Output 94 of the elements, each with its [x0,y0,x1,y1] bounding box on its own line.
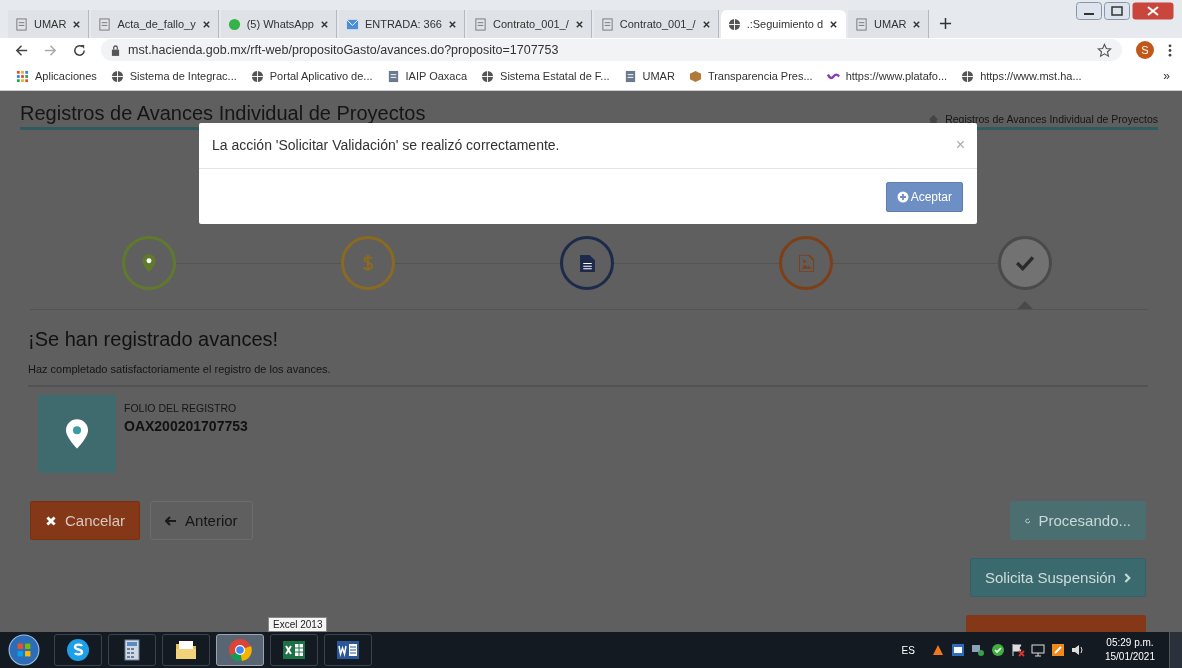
star-icon[interactable] [1097,42,1112,58]
map-pin-icon [140,254,158,272]
chat-icon [227,17,241,31]
dollar-icon [362,254,374,272]
folio-label: FOLIO DEL REGISTRO [124,402,238,414]
browser-tab[interactable]: .:Seguimiento d [720,10,847,38]
spreadsheet-icon [282,638,306,662]
check-icon[interactable] [990,643,1005,657]
screen-icon[interactable] [1030,643,1045,657]
close-icon[interactable] [912,19,922,29]
browser-tab[interactable]: UMAR [8,10,90,38]
checkmark-icon [1016,254,1034,272]
s-logo-icon [66,638,90,662]
maximize-icon[interactable] [1104,2,1130,20]
close-icon[interactable] [447,19,457,29]
language-indicator[interactable]: ES [901,644,915,656]
bookmark[interactable]: Sistema de Integrac... [110,69,237,83]
clock-date[interactable]: 15/01/2021 [1104,650,1155,664]
box-icon [688,69,702,83]
bookmark[interactable]: Transparencia Pres... [688,69,813,83]
document-icon [473,17,487,31]
close-icon[interactable] [701,19,711,29]
new-tab-icon[interactable] [939,17,953,30]
start-orb-icon[interactable] [8,634,40,666]
reload-icon[interactable] [72,42,87,58]
close-icon[interactable] [72,19,82,29]
browser-tab[interactable]: ENTRADA: 366 [338,10,465,38]
globe-icon [110,69,124,83]
success-message: Haz completado satisfactoriamente el registro de los avances. [28,363,1148,387]
grid-icon [16,69,29,83]
bookmark[interactable]: UMAR [623,69,675,83]
bookmark[interactable]: https://www.mst.ha... [961,69,1082,83]
profile-avatar[interactable]: S [1136,41,1154,59]
browser-icon [228,638,252,662]
antivirus-icon[interactable] [930,643,945,657]
browser-tab[interactable]: Acta_de_fallo_y [91,10,219,38]
folder-icon [174,638,198,662]
taskbar-app[interactable] [162,634,210,666]
more-bookmarks-button[interactable]: » [1163,69,1170,83]
address-bar[interactable]: mst.hacienda.gob.mx/rft-web/propositoGasto/avances.do?proposito=1707753 [101,39,1122,61]
home-icon[interactable] [928,113,940,125]
app-tray-icon[interactable] [1050,643,1065,657]
close-icon[interactable] [829,19,839,29]
document-icon [600,17,614,31]
speaker-icon[interactable] [1070,643,1085,657]
chevron-right-icon [1123,571,1131,584]
taskbar-app[interactable] [324,634,372,666]
wizard-step[interactable] [998,236,1052,290]
document-icon [15,17,28,31]
taskbar-app[interactable] [108,634,156,666]
close-icon[interactable] [319,19,329,29]
tooltip: Excel 2013 [268,617,328,632]
bookmark[interactable]: IAIP Oaxaca [386,69,468,83]
menu-icon[interactable] [1168,43,1172,57]
plus-circle-icon [896,191,909,203]
close-icon[interactable] [574,19,584,29]
image-file-icon [798,254,814,272]
document-icon [98,17,112,31]
lock-icon [111,44,120,56]
folio-number: OAX200201707753 [124,418,248,434]
browser-tab[interactable]: (5) WhatsApp [220,10,337,38]
cancel-button[interactable]: Cancelar [30,501,141,540]
document-icon [855,17,869,31]
network-icon[interactable] [970,643,985,657]
dialog-message: La acción 'Solicitar Validación' se realizó correctamente. [212,137,560,153]
left-arrow-icon [165,514,178,527]
flag-icon[interactable] [1010,643,1025,657]
globe-icon [250,69,264,83]
map-pin-icon [66,419,88,449]
bookmark[interactable]: Aplicaciones [16,69,97,83]
browser-tab[interactable]: Contrato_001_/ [593,10,719,38]
globe-icon [481,69,495,83]
page-title: Registros de Avances Individual de Proyectos [20,102,426,125]
browser-tab[interactable]: Contrato_001_/ [466,10,592,38]
globe-icon [961,69,975,83]
close-icon [45,514,57,527]
document-icon [386,69,400,83]
suspension-button[interactable]: Solicita Suspensión [970,558,1146,597]
clock-time[interactable]: 05:29 p.m. [1106,636,1154,650]
document-icon [579,254,595,272]
document-icon [623,69,637,83]
minimize-icon[interactable] [1076,2,1102,20]
bookmark[interactable]: Portal Aplicativo de... [250,69,373,83]
browser-tab[interactable]: UMAR [848,10,930,38]
bookmark[interactable]: Sistema Estatal de F... [481,69,610,83]
success-heading: ¡Se han registrado avances! [28,328,280,351]
document-icon [336,638,360,662]
bookmark[interactable]: https://www.platafo... [826,69,948,83]
taskbar-app[interactable] [54,634,102,666]
close-icon[interactable] [201,19,211,29]
window-icon[interactable] [950,643,965,657]
taskbar-app[interactable] [270,634,318,666]
globe-icon [727,17,741,31]
mail-icon [345,17,359,31]
